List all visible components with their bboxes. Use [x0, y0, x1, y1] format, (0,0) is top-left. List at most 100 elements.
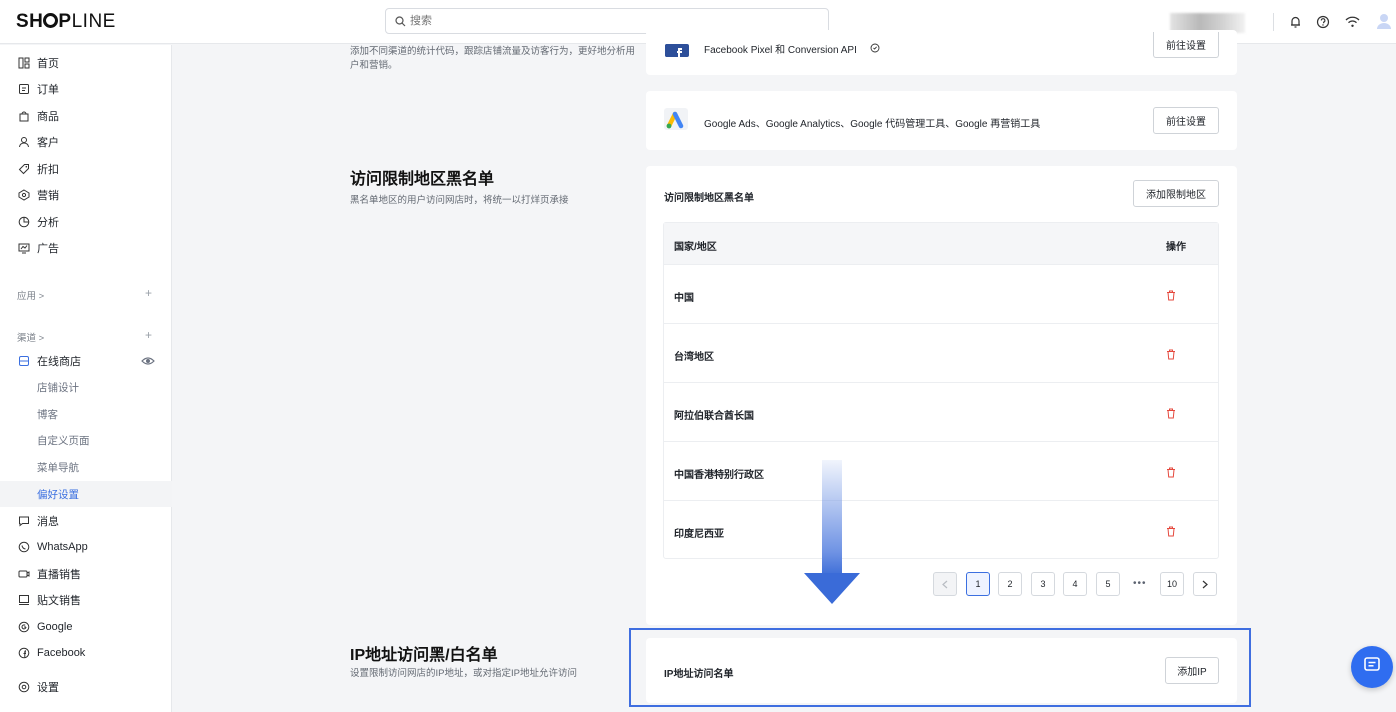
sidebar-item-label: 直播销售	[37, 569, 81, 581]
column-header-action: 操作	[1166, 242, 1186, 253]
sidebar-item-analytics[interactable]: 分析	[0, 211, 172, 233]
add-restricted-region-button[interactable]: 添加限制地区	[1133, 180, 1219, 207]
sidebar-item-products[interactable]: 商品	[0, 105, 172, 127]
add-channel-icon[interactable]: +	[145, 328, 152, 342]
region-name: 台湾地区	[674, 352, 714, 363]
sub-item-blog[interactable]: 博客	[0, 401, 172, 427]
bell-icon[interactable]	[1286, 13, 1304, 31]
ip-list-section-title: IP地址访问黑/白名单	[350, 647, 498, 664]
pagination-ellipsis[interactable]: •••	[1133, 578, 1147, 589]
table-row: 中国	[664, 264, 1218, 323]
apps-group-header[interactable]: 应用 >	[17, 288, 44, 302]
delete-icon[interactable]	[1166, 465, 1176, 483]
sidebar-item-label: Google	[37, 621, 73, 633]
sidebar-item-label: 营销	[37, 190, 59, 202]
sidebar-item-label: 分析	[37, 217, 59, 229]
channels-group-header[interactable]: 渠道 >	[17, 330, 44, 344]
google-goto-settings-button[interactable]: 前往设置	[1153, 107, 1219, 134]
info-icon[interactable]	[870, 40, 880, 58]
delete-icon[interactable]	[1166, 347, 1176, 365]
facebook-pixel-card: Facebook Pixel 和 Conversion API 前往设置	[646, 30, 1237, 75]
sidebar-item-customers[interactable]: 客户	[0, 131, 172, 153]
chat-support-button[interactable]	[1351, 646, 1393, 688]
sidebar-item-post-selling[interactable]: 贴文销售	[0, 589, 172, 611]
sub-item-preferences[interactable]: 偏好设置	[0, 481, 172, 507]
sub-item-custom-pages[interactable]: 自定义页面	[0, 427, 172, 453]
table-row: 阿拉伯联合酋长国	[664, 382, 1218, 441]
post-icon	[17, 593, 31, 607]
sidebar-item-ads[interactable]: 广告	[0, 237, 172, 259]
facebook-logo-icon	[665, 44, 689, 57]
divider	[1273, 13, 1274, 31]
sidebar-item-label: 广告	[37, 243, 59, 255]
product-icon	[17, 109, 31, 123]
sidebar-item-whatsapp[interactable]: WhatsApp	[0, 536, 172, 558]
sidebar-item-marketing[interactable]: 营销	[0, 184, 172, 206]
page-2-button[interactable]: 2	[998, 572, 1022, 596]
add-app-icon[interactable]: +	[145, 286, 152, 300]
tracking-description: 添加不同渠道的统计代码，跟踪店铺流量及访客行为，更好地分析用户和营销。	[350, 46, 636, 71]
google-icon	[17, 620, 31, 634]
sidebar-item-label: 消息	[37, 516, 59, 528]
table-row: 中国香港特别行政区	[664, 441, 1218, 500]
sub-item-menu-navigation[interactable]: 菜单导航	[0, 454, 172, 480]
logo-o-mark	[43, 13, 59, 28]
page-1-button[interactable]: 1	[966, 572, 990, 596]
google-card: Google Ads、Google Analytics、Google 代码管理工…	[646, 91, 1237, 150]
wifi-icon[interactable]	[1343, 13, 1361, 31]
avatar[interactable]	[1376, 12, 1392, 30]
delete-icon[interactable]	[1166, 524, 1176, 542]
sidebar-item-label: 客户	[37, 137, 59, 149]
sidebar-item-messages[interactable]: 消息	[0, 510, 172, 532]
delete-icon[interactable]	[1166, 288, 1176, 306]
help-icon[interactable]	[1314, 13, 1332, 31]
sidebar-item-live-selling[interactable]: 直播销售	[0, 563, 172, 585]
facebook-pixel-label: Facebook Pixel 和 Conversion API	[704, 45, 857, 56]
region-blacklist-section-title: 访问限制地区黑名单	[350, 171, 495, 188]
page-10-button[interactable]: 10	[1160, 572, 1184, 596]
sidebar-item-facebook[interactable]: Facebook	[0, 642, 172, 664]
store-icon	[17, 354, 31, 368]
sidebar-item-google[interactable]: Google	[0, 616, 172, 638]
region-name: 印度尼西亚	[674, 529, 724, 540]
table-row: 印度尼西亚	[664, 500, 1218, 559]
delete-icon[interactable]	[1166, 406, 1176, 424]
search-input[interactable]	[410, 12, 810, 30]
sidebar-item-orders[interactable]: 订单	[0, 78, 172, 100]
region-name: 阿拉伯联合酋长国	[674, 411, 754, 422]
sidebar-item-home[interactable]: 首页	[0, 52, 172, 74]
sidebar-item-settings[interactable]: 设置	[0, 676, 172, 698]
facebook-goto-settings-button[interactable]: 前往设置	[1153, 32, 1219, 58]
message-icon	[17, 514, 31, 528]
annotation-arrow-head	[804, 573, 860, 604]
chat-icon	[1363, 656, 1381, 679]
sidebar-item-label: 折扣	[37, 164, 59, 176]
sub-item-store-design[interactable]: 店铺设计	[0, 374, 172, 400]
page-3-button[interactable]: 3	[1031, 572, 1055, 596]
settings-icon	[17, 680, 31, 694]
facebook-icon	[17, 646, 31, 660]
ads-icon	[17, 241, 31, 255]
sidebar: 首页 订单 商品 客户 折扣 营销 分析 广告 应用 > + 渠道 > + 在线…	[0, 45, 172, 712]
order-icon	[17, 82, 31, 96]
sidebar-item-label: 在线商店	[37, 356, 81, 368]
customer-icon	[17, 135, 31, 149]
sidebar-item-label: Facebook	[37, 647, 86, 659]
prev-page-button[interactable]	[933, 572, 957, 596]
shopline-logo[interactable]: SH PLINE	[16, 11, 116, 33]
page-5-button[interactable]: 5	[1096, 572, 1120, 596]
region-blacklist-description: 黑名单地区的用户访问网店时，将统一以打烊页承接	[350, 195, 569, 206]
page-4-button[interactable]: 4	[1063, 572, 1087, 596]
region-name: 中国香港特别行政区	[674, 470, 764, 481]
sidebar-item-label: 贴文销售	[37, 595, 81, 607]
sidebar-item-label: 设置	[37, 682, 59, 694]
next-page-button[interactable]	[1193, 572, 1217, 596]
sidebar-item-discounts[interactable]: 折扣	[0, 158, 172, 180]
live-icon	[17, 567, 31, 581]
discount-icon	[17, 162, 31, 176]
google-tools-label: Google Ads、Google Analytics、Google 代码管理工…	[704, 119, 1041, 130]
annotation-highlight-box	[629, 628, 1251, 707]
whatsapp-icon	[17, 540, 31, 554]
eye-icon[interactable]	[141, 354, 155, 372]
column-header-country: 国家/地区	[674, 242, 717, 253]
